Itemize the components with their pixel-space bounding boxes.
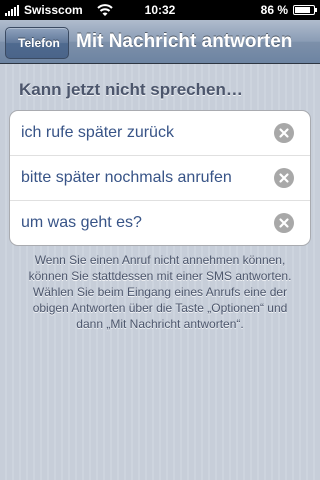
footer-explanation: Wenn Sie einen Anruf nicht annehmen könn… bbox=[28, 253, 292, 331]
list-item[interactable]: ich rufe später zurück bbox=[10, 111, 310, 156]
battery-icon bbox=[293, 5, 317, 15]
clear-icon[interactable] bbox=[274, 213, 294, 233]
battery-percent: 86 % bbox=[260, 3, 288, 17]
clear-icon[interactable] bbox=[274, 168, 294, 188]
clear-icon[interactable] bbox=[274, 123, 294, 143]
reply-text-field[interactable]: ich rufe später zurück bbox=[21, 111, 174, 155]
navigation-bar: Telefon Mit Nachricht antworten bbox=[0, 20, 320, 64]
section-header: Kann jetzt nicht sprechen… bbox=[19, 80, 243, 99]
reply-text-field[interactable]: bitte später nochmals anrufen bbox=[21, 156, 232, 200]
quick-reply-list: ich rufe später zurück bitte später noch… bbox=[9, 110, 311, 246]
list-item[interactable]: um was geht es? bbox=[10, 201, 310, 245]
back-button[interactable]: Telefon bbox=[5, 27, 69, 59]
status-bar: Swisscom 10:32 86 % bbox=[0, 0, 320, 20]
reply-text-field[interactable]: um was geht es? bbox=[21, 201, 142, 245]
status-right: 86 % bbox=[260, 3, 317, 17]
list-item[interactable]: bitte später nochmals anrufen bbox=[10, 156, 310, 201]
page-title: Mit Nachricht antworten bbox=[76, 31, 293, 52]
